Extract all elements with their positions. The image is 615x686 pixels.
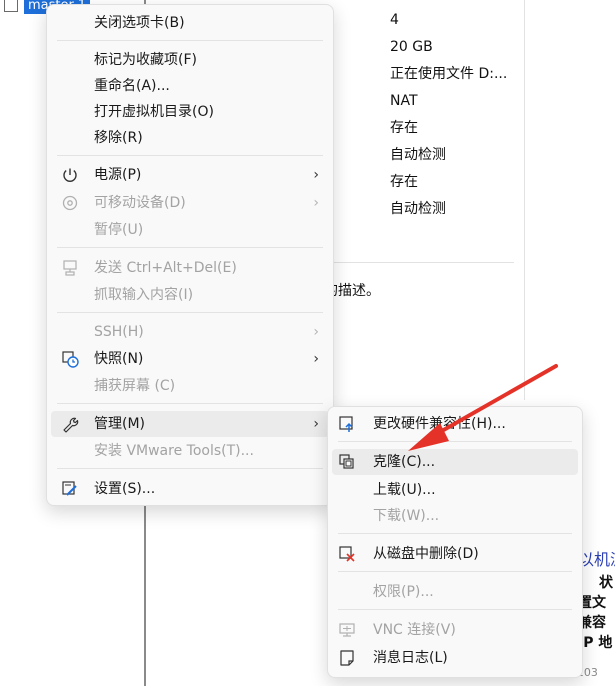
annotation-arrow bbox=[408, 364, 558, 451]
